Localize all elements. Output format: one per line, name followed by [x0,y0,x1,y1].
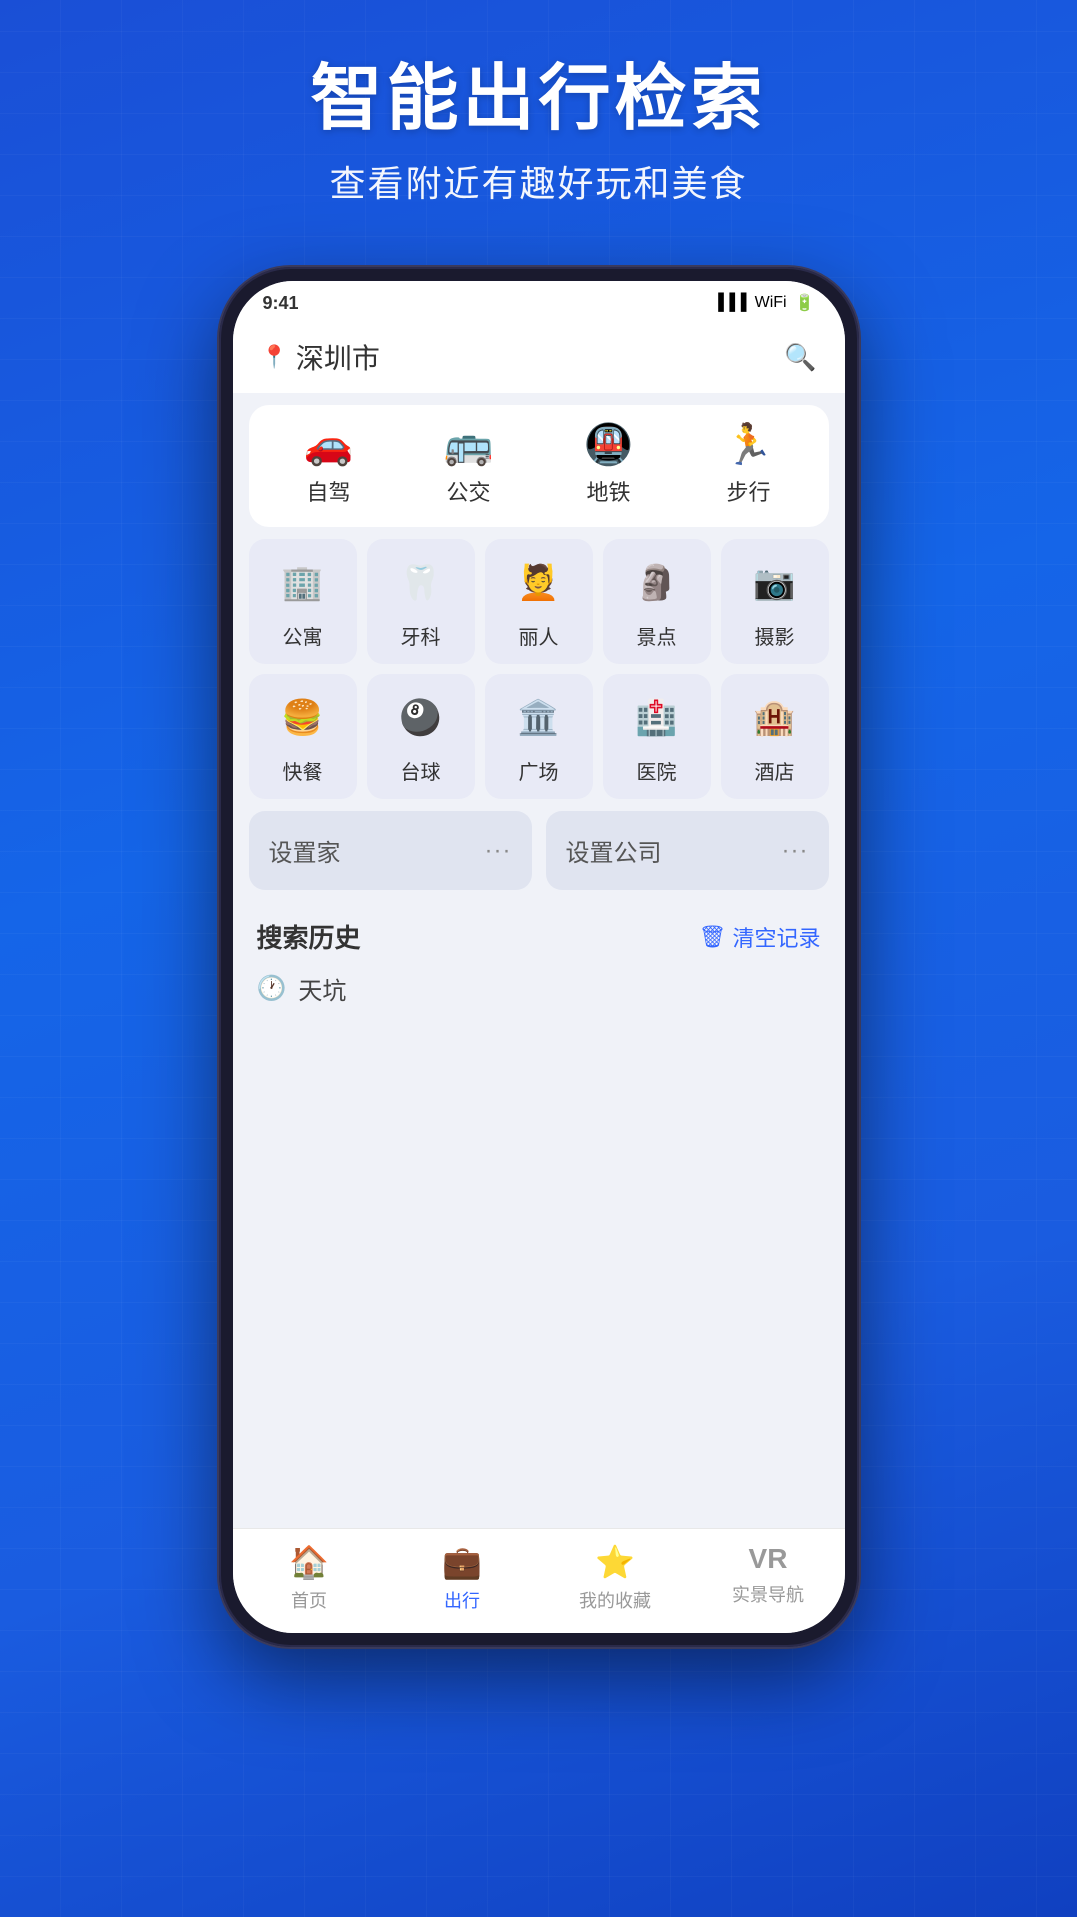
beauty-label: 丽人 [519,621,559,650]
status-bar: 9:41 ▐▐▐ WiFi 🔋 [233,281,845,325]
hotel-label: 酒店 [755,756,795,785]
bottom-nav: 🏠 首页 💼 出行 ⭐ 我的收藏 VR 实景导航 [233,1528,845,1633]
location-pin-icon: 📍 [261,344,288,370]
search-bar[interactable]: 📍 深圳市 🔍 [257,337,821,377]
category-photo[interactable]: 📷 摄影 [721,539,829,664]
main-title: 智能出行检索 [310,60,766,139]
scenic-label: 景点 [637,621,677,650]
hospital-icon: 🏥 [627,688,687,748]
set-home-label: 设置家 [269,833,341,868]
search-area: 📍 深圳市 🔍 [233,325,845,393]
wifi-icon: WiFi [755,294,787,312]
history-header: 搜索历史 🗑 清空记录 [257,918,821,955]
trash-icon: 🗑 [699,924,727,950]
set-company-button[interactable]: 设置公司 ··· [546,811,829,890]
category-billiards[interactable]: 🎱 台球 [367,674,475,799]
search-icon[interactable]: 🔍 [784,342,816,373]
beauty-icon: 💆 [509,553,569,613]
nav-home[interactable]: 🏠 首页 [269,1543,349,1613]
company-dots-icon: ··· [782,837,809,865]
clear-history-button[interactable]: 🗑 清空记录 [699,921,821,953]
walk-icon: 🏃 [724,425,774,465]
category-fastfood[interactable]: 🍔 快餐 [249,674,357,799]
hotel-icon: 🏨 [745,688,805,748]
travel-nav-label: 出行 [444,1587,480,1613]
signal-icon: ▐▐▐ [713,294,747,312]
category-plaza[interactable]: 🏛️ 广场 [485,674,593,799]
favorites-nav-label: 我的收藏 [579,1587,651,1613]
bus-icon: 🚌 [444,425,494,465]
history-title: 搜索历史 [257,918,361,955]
category-scenic[interactable]: 🗿 景点 [603,539,711,664]
apartment-label: 公寓 [283,621,323,650]
transport-subway[interactable]: 🚇 地铁 [584,425,634,507]
nav-travel[interactable]: 💼 出行 [422,1543,502,1613]
category-hospital[interactable]: 🏥 医院 [603,674,711,799]
set-company-label: 设置公司 [566,833,662,868]
scenic-icon: 🗿 [627,553,687,613]
phone-screen: 9:41 ▐▐▐ WiFi 🔋 📍 深圳市 🔍 [233,281,845,1633]
time-display: 9:41 [263,293,299,314]
transport-card: 🚗 自驾 🚌 公交 🚇 地铁 🏃 步行 [249,405,829,527]
vr-nav-icon: VR [749,1543,788,1575]
phone-frame: 9:41 ▐▐▐ WiFi 🔋 📍 深圳市 🔍 [219,267,859,1647]
transport-driving[interactable]: 🚗 自驾 [304,425,354,507]
location-display: 📍 深圳市 [261,337,380,377]
category-beauty[interactable]: 💆 丽人 [485,539,593,664]
category-hotel[interactable]: 🏨 酒店 [721,674,829,799]
clock-icon: 🕐 [257,974,287,1003]
set-home-button[interactable]: 设置家 ··· [249,811,532,890]
plaza-icon: 🏛️ [509,688,569,748]
hospital-label: 医院 [637,756,677,785]
travel-nav-icon: 💼 [442,1543,482,1581]
photo-icon: 📷 [745,553,805,613]
header-section: 智能出行检索 查看附近有趣好玩和美食 [310,60,766,207]
apartment-icon: 🏢 [273,553,333,613]
history-section: 搜索历史 🗑 清空记录 🕐 天坑 [257,918,821,1006]
location-text: 深圳市 [296,337,380,377]
category-grid: 🏢 公寓 🦷 牙科 💆 丽人 🗿 景点 📷 摄影 [249,539,829,799]
favorites-nav-icon: ⭐ [595,1543,635,1581]
photo-label: 摄影 [755,621,795,650]
clear-label: 清空记录 [732,921,820,953]
status-icons: ▐▐▐ WiFi 🔋 [713,293,815,313]
nav-favorites[interactable]: ⭐ 我的收藏 [575,1543,655,1613]
battery-icon: 🔋 [795,293,815,313]
subway-icon: 🚇 [584,425,634,465]
subway-label: 地铁 [586,475,630,507]
history-item[interactable]: 🕐 天坑 [257,971,821,1006]
dental-label: 牙科 [401,621,441,650]
sub-title: 查看附近有趣好玩和美食 [310,155,766,207]
walk-label: 步行 [726,475,770,507]
vr-nav-label: 实景导航 [732,1581,804,1607]
dental-icon: 🦷 [391,553,451,613]
driving-label: 自驾 [306,475,350,507]
billiards-label: 台球 [401,756,441,785]
transport-bus[interactable]: 🚌 公交 [444,425,494,507]
category-dental[interactable]: 🦷 牙科 [367,539,475,664]
category-apartment[interactable]: 🏢 公寓 [249,539,357,664]
content-spacer [233,1006,845,1528]
bus-label: 公交 [446,475,490,507]
billiards-icon: 🎱 [391,688,451,748]
phone-mockup: 9:41 ▐▐▐ WiFi 🔋 📍 深圳市 🔍 [219,267,859,1647]
home-dots-icon: ··· [485,837,512,865]
history-item-text: 天坑 [298,971,346,1006]
action-buttons: 设置家 ··· 设置公司 ··· [249,811,829,890]
fastfood-label: 快餐 [283,756,323,785]
fastfood-icon: 🍔 [273,688,333,748]
plaza-label: 广场 [519,756,559,785]
home-nav-label: 首页 [291,1587,327,1613]
home-nav-icon: 🏠 [289,1543,329,1581]
driving-icon: 🚗 [304,425,354,465]
nav-vr[interactable]: VR 实景导航 [728,1543,808,1613]
transport-walk[interactable]: 🏃 步行 [724,425,774,507]
